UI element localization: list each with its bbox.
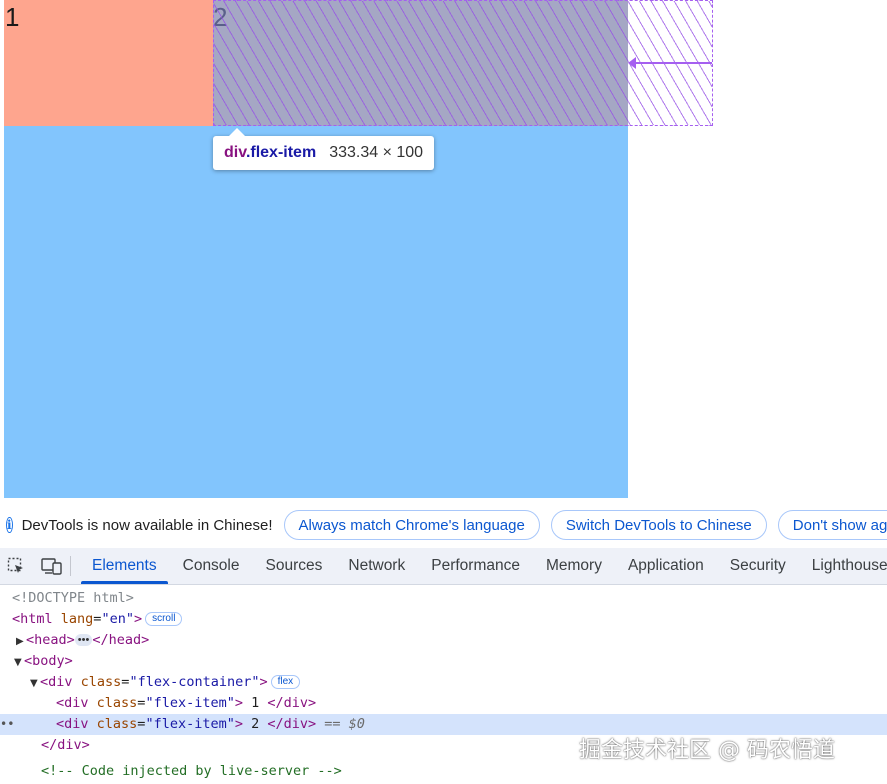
watermark: 掘金技术社区 @ 码农悟道	[579, 738, 835, 763]
div-close-tag: </div>	[267, 716, 317, 732]
inspect-tooltip: div.flex-item 333.34 × 100	[213, 128, 435, 170]
attr-name: lang	[60, 611, 94, 627]
attr-name: class	[96, 695, 138, 711]
attr-value: "en"	[101, 611, 134, 627]
tab-elements[interactable]: Elements	[79, 548, 170, 584]
div-tag: <div	[56, 716, 89, 732]
tab-performance[interactable]: Performance	[418, 548, 533, 584]
attr-name: class	[96, 716, 138, 732]
toolbar-divider	[70, 556, 71, 576]
flex-badge[interactable]: flex	[270, 675, 301, 689]
devtools-tabbar: Elements Console Sources Network Perform…	[0, 548, 887, 585]
body-tag: <body>	[24, 653, 73, 669]
dont-show-again-button[interactable]: Don't show again	[777, 510, 887, 540]
tooltip-dimensions: 333.34 × 100	[329, 144, 424, 161]
dom-line-flex-item-1[interactable]: <div class="flex-item"> 1 </div>	[0, 693, 887, 714]
gutter-ellipsis-icon[interactable]: ••	[0, 714, 14, 735]
tab-console[interactable]: Console	[170, 548, 253, 584]
info-icon: i	[6, 517, 13, 533]
attr-value: "flex-container"	[129, 674, 260, 690]
tooltip-selector: div.flex-item	[224, 144, 316, 162]
device-toolbar-icon[interactable]	[40, 554, 64, 578]
collapse-triangle-icon[interactable]: ▼	[30, 673, 40, 694]
tab-memory[interactable]: Memory	[533, 548, 615, 584]
div-tag: <div	[40, 674, 73, 690]
dom-line-comment[interactable]: <!-- Code injected by live-server -->	[0, 761, 887, 782]
attr-value: "flex-item"	[145, 695, 235, 711]
comment-node: <!-- Code injected by live-server -->	[41, 763, 342, 779]
dom-line-doctype[interactable]: <!DOCTYPE html>	[0, 588, 887, 609]
div-close-tag: </div>	[267, 695, 317, 711]
html-tag: <html	[12, 611, 53, 627]
tab-security[interactable]: Security	[717, 548, 799, 584]
tooltip-tag: div	[224, 144, 246, 161]
dom-line-head[interactable]: ▶ <head> ••• </head>	[0, 630, 887, 651]
tooltip-class: .flex-item	[245, 144, 317, 161]
ellipsis-icon[interactable]: •••	[74, 634, 93, 646]
text-node: 2	[242, 716, 268, 732]
head-close-tag: </head>	[92, 632, 150, 648]
dom-line-html[interactable]: <html lang="en"> scroll	[0, 609, 887, 630]
head-tag: <head>	[26, 632, 75, 648]
attr-value: "flex-item"	[145, 716, 235, 732]
tab-application[interactable]: Application	[615, 548, 717, 584]
attr-name: class	[80, 674, 122, 690]
scroll-badge[interactable]: scroll	[145, 612, 183, 626]
page-viewport: 1 2 div.flex-item 333.34 × 100	[0, 0, 887, 504]
infobar-message: DevTools is now available in Chinese!	[21, 516, 273, 534]
doctype-node: <!DOCTYPE html>	[12, 590, 134, 606]
text-node: 1	[242, 695, 268, 711]
tab-sources[interactable]: Sources	[253, 548, 336, 584]
div-close-tag: </div>	[41, 737, 90, 753]
flex-item-1-label: 1	[5, 2, 20, 32]
div-tag: <div	[56, 695, 89, 711]
selected-node-marker: == $0	[324, 716, 365, 732]
always-match-language-button[interactable]: Always match Chrome's language	[283, 510, 540, 540]
dom-line-body[interactable]: ▼ <body>	[0, 651, 887, 672]
language-infobar: i DevTools is now available in Chinese! …	[0, 504, 887, 546]
tab-network[interactable]: Network	[335, 548, 418, 584]
dom-line-flex-container[interactable]: ▼ <div class="flex-container"> flex	[0, 672, 887, 693]
expand-triangle-icon[interactable]: ▶	[16, 631, 26, 652]
switch-to-chinese-button[interactable]: Switch DevTools to Chinese	[550, 510, 767, 540]
inspect-element-icon[interactable]	[4, 554, 28, 578]
tab-lighthouse[interactable]: Lighthouse	[799, 548, 887, 584]
html-tag-close: >	[133, 611, 143, 627]
flex-free-space-arrow	[628, 57, 712, 69]
flex-item-1[interactable]: 1	[4, 0, 213, 126]
collapse-triangle-icon[interactable]: ▼	[14, 652, 24, 673]
